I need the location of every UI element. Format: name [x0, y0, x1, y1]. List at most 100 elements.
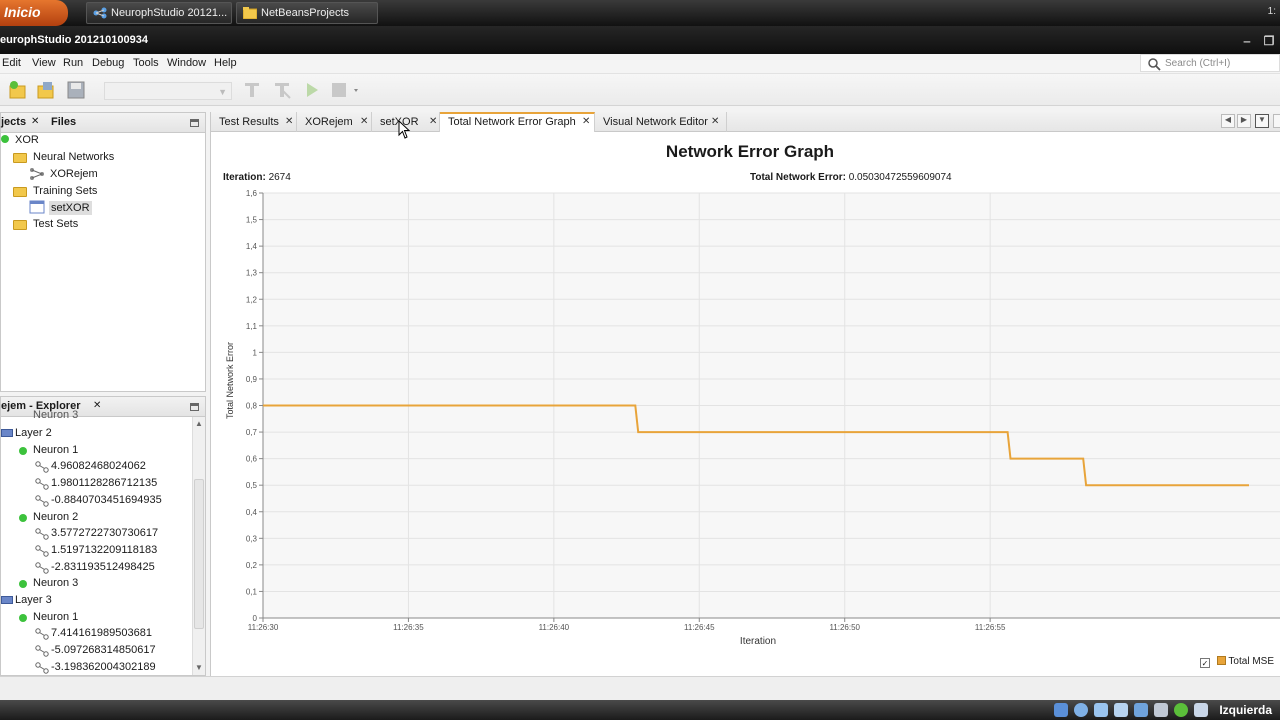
taskbar-item-neurophstudio[interactable]: NeurophStudio 20121...: [86, 2, 232, 24]
explorer-weight-node[interactable]: 3.5772722730730617: [51, 527, 158, 539]
connection-icon: [35, 495, 49, 507]
display-tray-icon[interactable]: [1134, 703, 1148, 717]
menu-run[interactable]: Run: [63, 57, 83, 69]
debug-icon[interactable]: [330, 80, 360, 100]
tree-node-test-sets[interactable]: Test Sets: [33, 218, 78, 230]
menu-help[interactable]: Help: [214, 57, 237, 69]
tree-node-neural-networks[interactable]: Neural Networks: [33, 151, 114, 163]
explorer-scrollbar[interactable]: ▲ ▼: [192, 417, 205, 675]
explorer-weight-node[interactable]: -0.8840703451694935: [51, 494, 162, 506]
menu-edit[interactable]: Edit: [2, 57, 21, 69]
green-tray-icon[interactable]: [1174, 703, 1188, 717]
tab-scroll-left-icon[interactable]: ◀: [1221, 114, 1235, 128]
folder-icon: [13, 153, 27, 163]
build-icon[interactable]: [242, 80, 262, 100]
x-tick-label: 11:26:50: [829, 623, 860, 632]
explorer-panel-tabs: ejem - Explorer ✕: [1, 397, 205, 417]
y-tick-label: 0,8: [246, 402, 258, 411]
scroll-thumb[interactable]: [194, 479, 204, 629]
search-input[interactable]: Search (Ctrl+I): [1140, 54, 1280, 72]
explorer-weight-node[interactable]: 4.96082468024062: [51, 460, 146, 472]
folder-icon: [13, 220, 27, 230]
minimize-panel-icon[interactable]: [190, 403, 199, 411]
explorer-weight-node[interactable]: -5.097268314850617: [51, 644, 156, 656]
close-icon[interactable]: ✕: [582, 116, 590, 127]
close-icon[interactable]: ✕: [711, 116, 719, 127]
tab-projects[interactable]: jects: [1, 116, 26, 128]
tab-total-network-error-graph[interactable]: Total Network Error Graph ✕: [440, 112, 595, 132]
network-tray-icon[interactable]: [1054, 703, 1068, 717]
menu-tools[interactable]: Tools: [133, 57, 159, 69]
minimize-panel-icon[interactable]: [190, 119, 199, 127]
legend-checkbox[interactable]: ✓: [1200, 658, 1211, 668]
close-icon[interactable]: ✕: [93, 400, 101, 411]
tab-test-results[interactable]: Test Results ✕: [211, 112, 297, 132]
open-project-icon[interactable]: [36, 80, 56, 100]
explorer-weight-node[interactable]: -2.831193512498425: [51, 561, 155, 573]
maximize-button[interactable]: ❐: [1258, 34, 1280, 48]
system-bottom-bar: Izquierda: [0, 700, 1280, 720]
chevron-down-icon: ▼: [218, 87, 227, 97]
explorer-neuron-node[interactable]: Neuron 1: [33, 611, 78, 623]
menu-window[interactable]: Window: [167, 57, 206, 69]
maximize-editor-icon[interactable]: [1273, 114, 1280, 128]
explorer-weight-node[interactable]: 1.9801128286712135: [51, 477, 157, 489]
tab-visual-network-editor[interactable]: Visual Network Editor ✕: [595, 112, 727, 132]
scroll-up-icon[interactable]: ▲: [194, 419, 204, 429]
neuroph-app-icon: [93, 7, 107, 19]
save-icon[interactable]: [66, 80, 86, 100]
y-axis-label: Total Network Error: [225, 342, 235, 419]
explorer-neuron-node[interactable]: Neuron 1: [33, 444, 78, 456]
explorer-weight-node[interactable]: 7.414161989503681: [51, 627, 152, 639]
explorer-weight-node[interactable]: -3.198362004302189: [51, 661, 156, 673]
menu-view[interactable]: View: [32, 57, 56, 69]
explorer-layer-node[interactable]: Layer 3: [15, 594, 52, 606]
y-tick-label: 0: [253, 614, 258, 623]
explorer-node-cut[interactable]: Neuron 3: [33, 409, 78, 421]
clean-build-icon[interactable]: [272, 80, 292, 100]
tool-tray-icon[interactable]: [1114, 703, 1128, 717]
run-icon[interactable]: [302, 80, 322, 100]
explorer-layer-node[interactable]: Layer 2: [15, 427, 52, 439]
tab-files[interactable]: Files: [51, 116, 76, 128]
legend-swatch: [1216, 656, 1226, 665]
start-button[interactable]: Inicio: [0, 0, 68, 26]
tree-node-xorejem[interactable]: XORejem: [50, 168, 98, 180]
close-icon[interactable]: ✕: [31, 116, 39, 127]
tab-label: Test Results: [219, 116, 279, 128]
keyboard-tray-icon[interactable]: [1194, 703, 1208, 717]
configuration-combo[interactable]: ▼: [104, 82, 232, 100]
close-icon[interactable]: ✕: [285, 116, 293, 127]
close-icon[interactable]: ✕: [429, 116, 437, 127]
close-icon[interactable]: ✕: [360, 116, 368, 127]
chart-title: Network Error Graph: [665, 142, 835, 161]
mouse-cursor-icon: [398, 120, 411, 139]
minimize-button[interactable]: ‒: [1236, 34, 1258, 48]
connection-icon: [35, 645, 49, 657]
tab-xorejem[interactable]: XORejem ✕: [297, 112, 372, 132]
y-tick-label: 0,4: [246, 508, 258, 517]
tab-list-icon[interactable]: ▼: [1255, 114, 1269, 128]
legend-label: Total MSE: [1228, 656, 1274, 667]
tree-node-training-sets[interactable]: Training Sets: [33, 185, 97, 197]
layout-label: Izquierda: [1219, 703, 1272, 717]
tree-node-setxor[interactable]: setXOR: [49, 201, 92, 215]
neuron-icon: [19, 580, 27, 589]
scroll-down-icon[interactable]: ▼: [194, 663, 204, 673]
explorer-neuron-node[interactable]: Neuron 2: [33, 511, 78, 523]
globe-tray-icon[interactable]: [1074, 703, 1088, 717]
explorer-weight-node[interactable]: 1.5197132209118183: [51, 544, 157, 556]
tree-node-xor[interactable]: XOR: [15, 134, 39, 146]
y-tick-label: 1,6: [246, 189, 258, 198]
tray-clock: 1:: [1267, 6, 1276, 17]
taskbar-item-netbeansprojects[interactable]: NetBeansProjects: [236, 2, 378, 24]
window-title: europhStudio 201210100934: [0, 34, 148, 46]
explorer-neuron-node[interactable]: Neuron 3: [33, 577, 78, 589]
x-tick-label: 11:26:45: [684, 623, 715, 632]
menu-debug[interactable]: Debug: [92, 57, 124, 69]
tab-scroll-right-icon[interactable]: ▶: [1237, 114, 1251, 128]
window-tray-icon[interactable]: [1154, 703, 1168, 717]
new-project-icon[interactable]: [8, 80, 28, 100]
pen-tray-icon[interactable]: [1094, 703, 1108, 717]
y-tick-label: 0,9: [246, 375, 258, 384]
